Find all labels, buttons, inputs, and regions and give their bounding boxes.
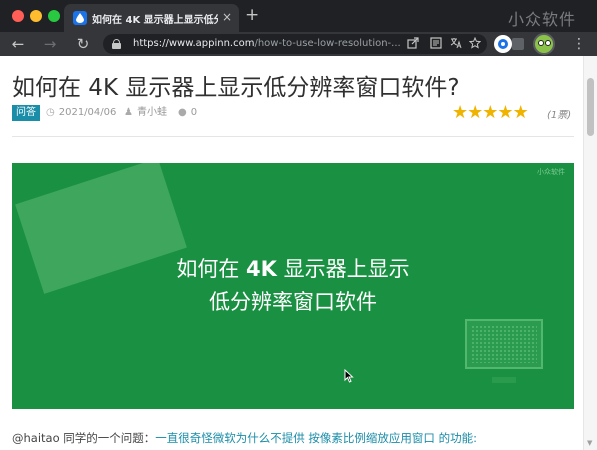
window-zoom-button[interactable] [48,10,60,22]
lock-icon[interactable] [112,39,121,49]
translate-icon[interactable] [449,37,463,51]
comment-count[interactable]: ● 0 [178,106,197,120]
page-scrollbar[interactable]: ▼ [583,56,597,450]
user-icon: ♟ [124,107,133,118]
publish-date-text: 2021/04/06 [58,107,117,118]
new-tab-icon[interactable]: + [245,6,259,24]
hero-title-prefix: 如何在 [176,257,247,281]
browser-tab-active[interactable]: 如何在 4K 显示器上显示低分辨率 × [64,4,239,32]
rating-count: (1票) [547,110,572,121]
intro-link[interactable]: 一直很奇怪微软为什么不提供 按像素比例缩放应用窗口 的功能: [155,431,477,445]
star-rating[interactable]: ★★★★★ (1票) [452,103,571,122]
forward-icon[interactable]: → [40,34,60,54]
clock-icon: ◷ [46,107,55,118]
web-page: 如何在 4K 显示器上显示低分辨率窗口软件? 问答 ◷ 2021/04/06 ♟ 青… [0,56,597,450]
comments-icon: ● [178,107,187,118]
hero-title-bold: 4K [246,257,277,281]
site-watermark: 小众软件 [508,10,577,29]
bookmark-star-icon[interactable] [468,36,482,51]
address-bar[interactable]: https://www.appinn.com/how-to-use-low-re… [103,34,487,54]
star-icon[interactable]: ★ [482,104,498,122]
close-tab-icon[interactable]: × [222,10,232,24]
share-icon[interactable] [406,37,420,51]
extension-icon[interactable] [494,35,512,53]
browser-tab-bar: 如何在 4K 显示器上显示低分辨率 × + 小众软件 [0,0,597,32]
url-host: https://www.appinn.com [133,38,255,49]
url-path: /how-to-use-low-resolution-... [254,38,401,49]
appinn-drop-icon [73,11,87,25]
author-name[interactable]: 青小蛙 [137,107,167,118]
reload-icon[interactable]: ↻ [73,34,93,54]
intro-text: @haitao 同学的一个问题： [12,431,156,445]
divider [12,136,574,137]
window-minimize-button[interactable] [30,10,42,22]
hero-image: 小众软件 如何在 4K 显示器上显示 低分辨率窗口软件 [12,163,574,409]
comment-count-text[interactable]: 0 [191,107,197,118]
star-icon[interactable]: ★ [513,104,529,122]
hero-title-line-2: 低分辨率窗口软件 [209,290,377,314]
category-badge[interactable]: 问答 [12,105,40,121]
mouse-cursor-icon [344,369,354,383]
star-icon[interactable]: ★ [497,104,513,122]
star-icon[interactable]: ★ [467,104,483,122]
hero-watermark: 小众软件 [537,168,565,176]
url-text[interactable]: https://www.appinn.com/how-to-use-low-re… [133,37,401,51]
profile-avatar-icon[interactable] [533,33,555,55]
browser-toolbar: ← → ↻ https://www.appinn.com/how-to-use-… [0,32,597,56]
hero-decoration-stand [492,377,516,383]
hero-decoration-monitor [465,319,543,369]
star-icon[interactable]: ★ [452,104,468,122]
publish-date: ◷ 2021/04/06 [46,106,116,120]
reader-mode-icon[interactable] [429,37,443,51]
window-close-button[interactable] [12,10,24,22]
hero-title-line-1: 如何在 4K 显示器上显示 [12,253,574,283]
tab-title: 如何在 4K 显示器上显示低分辨率 [92,15,218,26]
browser-menu-icon[interactable]: ⋮ [572,34,586,54]
scrollbar-thumb[interactable] [587,78,594,136]
scroll-down-icon[interactable]: ▼ [587,439,592,447]
article-title: 如何在 4K 显示器上显示低分辨率窗口软件? [12,75,460,101]
hero-title-suffix: 显示器上显示 [276,257,410,281]
author[interactable]: ♟ 青小蛙 [124,106,167,120]
extension-puzzle-icon[interactable] [512,38,524,50]
back-icon[interactable]: ← [8,34,28,54]
article-intro: @haitao 同学的一个问题：一直很奇怪微软为什么不提供 按像素比例缩放应用窗… [12,430,477,446]
